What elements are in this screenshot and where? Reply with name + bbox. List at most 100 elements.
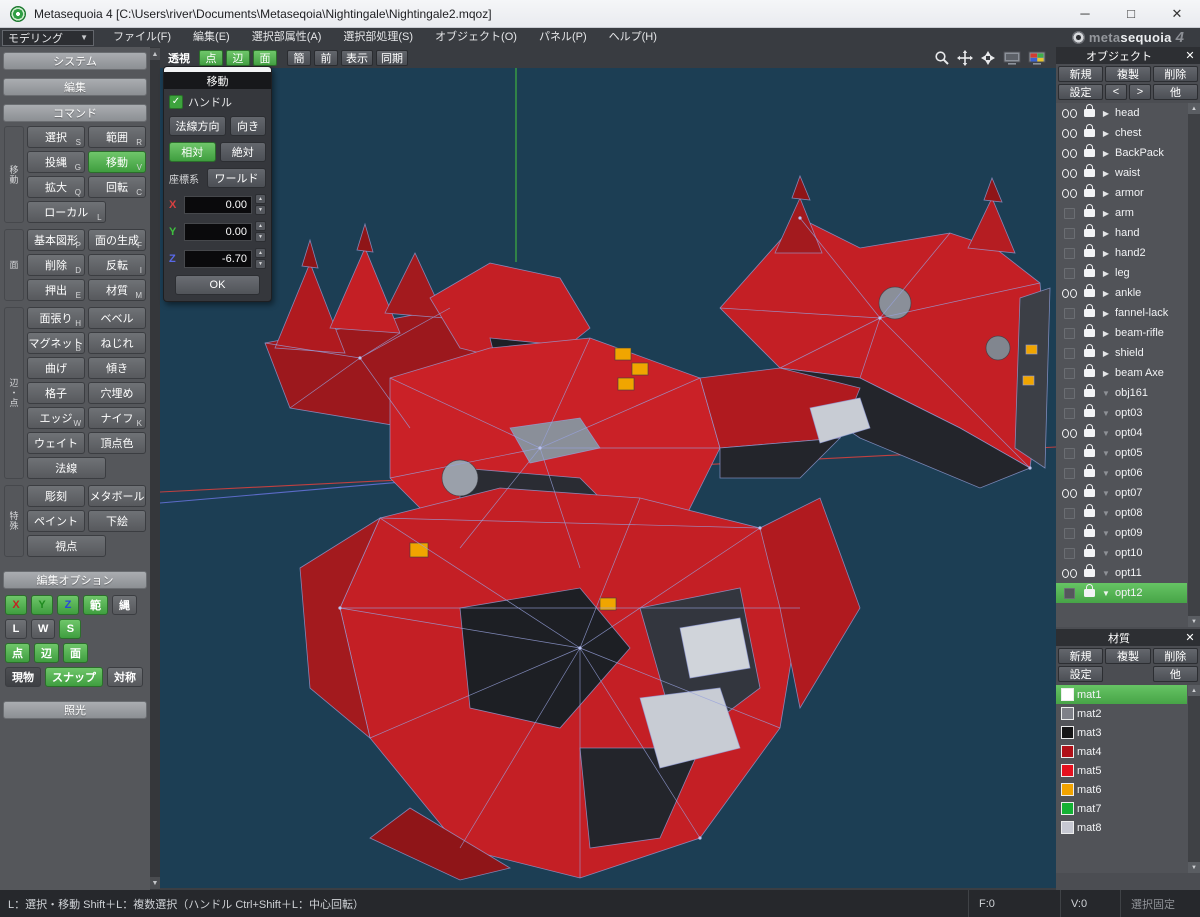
object-duplicate-button[interactable]: 複製 <box>1105 66 1151 82</box>
material-list-item[interactable]: mat7 <box>1056 799 1187 818</box>
lock-icon[interactable] <box>1084 304 1095 317</box>
visibility-off-icon[interactable] <box>1059 227 1079 239</box>
toolbar-button[interactable]: 表示 <box>341 49 373 66</box>
visibility-eye-icon[interactable] <box>1059 288 1079 298</box>
visibility-off-icon[interactable] <box>1059 367 1079 379</box>
lock-icon[interactable] <box>1084 264 1095 277</box>
edit-option-button[interactable]: 範 <box>83 595 108 615</box>
lighting-panel-header[interactable]: 照光 <box>3 701 147 719</box>
lock-icon[interactable] <box>1084 384 1095 397</box>
material-duplicate-button[interactable]: 複製 <box>1105 648 1151 664</box>
visibility-eye-icon[interactable] <box>1059 488 1079 498</box>
lock-icon[interactable] <box>1084 404 1095 417</box>
collapse-icon[interactable]: ▼ <box>1100 529 1112 538</box>
object-list-item[interactable]: ▶ armor <box>1056 183 1187 203</box>
object-list-item[interactable]: ▼ opt09 <box>1056 523 1187 543</box>
object-list-item[interactable]: ▼ opt03 <box>1056 403 1187 423</box>
command-button[interactable]: 材質 M <box>88 279 146 301</box>
normal-direction-button[interactable]: 法線方向 <box>169 116 226 136</box>
toolbar-toggle[interactable]: 点 <box>199 49 223 66</box>
edit-option-button[interactable]: W <box>31 619 56 639</box>
menu-item[interactable]: ファイル(F) <box>102 28 182 47</box>
material-list-item[interactable]: mat1 <box>1056 685 1187 704</box>
object-list-item[interactable]: ▼ opt06 <box>1056 463 1187 483</box>
lock-icon[interactable] <box>1084 444 1095 457</box>
lock-icon[interactable] <box>1084 324 1095 337</box>
mode-selector[interactable]: モデリング ▼ <box>2 29 94 46</box>
lock-icon[interactable] <box>1084 144 1095 157</box>
expand-icon[interactable]: ▶ <box>1100 249 1112 258</box>
expand-icon[interactable]: ▶ <box>1100 229 1112 238</box>
object-delete-button[interactable]: 削除 <box>1152 66 1198 82</box>
lock-icon[interactable] <box>1084 484 1095 497</box>
selection-lock-toggle[interactable]: 選択固定 <box>1120 890 1200 917</box>
collapse-icon[interactable]: ▼ <box>1100 569 1112 578</box>
command-button[interactable]: ウェイト <box>27 432 85 454</box>
command-button[interactable]: 格子 <box>27 382 85 404</box>
command-button[interactable]: 頂点色 <box>88 432 146 454</box>
command-button[interactable]: 押出 E <box>27 279 85 301</box>
edit-option-button[interactable]: S <box>59 619 82 639</box>
command-button[interactable]: 移動 V <box>88 151 146 173</box>
object-list-item[interactable]: ▶ fannel-lack <box>1056 303 1187 323</box>
object-list-scrollbar[interactable]: ▲ ▼ <box>1188 103 1200 627</box>
object-list-item[interactable]: ▼ opt10 <box>1056 543 1187 563</box>
close-icon[interactable]: ✕ <box>1182 49 1198 62</box>
command-button[interactable]: 彫刻 <box>27 485 85 507</box>
expand-icon[interactable]: ▶ <box>1100 289 1112 298</box>
material-list-item[interactable]: mat8 <box>1056 818 1187 837</box>
scroll-down-icon[interactable]: ▼ <box>1188 862 1200 873</box>
scroll-down-icon[interactable]: ▼ <box>1188 616 1200 627</box>
material-list-item[interactable]: mat5 <box>1056 761 1187 780</box>
visibility-off-icon[interactable] <box>1059 387 1079 399</box>
visibility-off-icon[interactable] <box>1059 247 1079 259</box>
sidebar-scrollbar[interactable]: ▲ ▼ <box>150 47 160 890</box>
command-button[interactable]: マグネット B <box>27 332 85 354</box>
edit-option-button[interactable]: X <box>5 595 27 615</box>
color-view-icon[interactable] <box>1028 51 1046 65</box>
object-settings-button[interactable]: 設定 <box>1058 84 1103 100</box>
close-icon[interactable]: ✕ <box>1182 631 1198 644</box>
command-button[interactable]: 下絵 <box>88 510 146 532</box>
object-list-item[interactable]: ▶ hand <box>1056 223 1187 243</box>
object-prev-button[interactable]: < <box>1105 84 1127 100</box>
expand-icon[interactable]: ▶ <box>1100 369 1112 378</box>
material-list-item[interactable]: mat2 <box>1056 704 1187 723</box>
visibility-eye-icon[interactable] <box>1059 168 1079 178</box>
expand-icon[interactable]: ▶ <box>1100 309 1112 318</box>
material-new-button[interactable]: 新規 <box>1058 648 1104 664</box>
expand-icon[interactable]: ▶ <box>1100 209 1112 218</box>
lock-icon[interactable] <box>1084 544 1095 557</box>
command-button[interactable]: 基本図形 P <box>27 229 85 251</box>
object-list-item[interactable]: ▼ opt11 <box>1056 563 1187 583</box>
maximize-button[interactable]: □ <box>1108 0 1154 27</box>
command-button[interactable]: ねじれ <box>88 332 146 354</box>
visibility-off-icon[interactable] <box>1059 347 1079 359</box>
command-button[interactable]: ペイント <box>27 510 85 532</box>
lock-icon[interactable] <box>1084 184 1095 197</box>
lock-icon[interactable] <box>1084 584 1095 597</box>
lock-icon[interactable] <box>1084 224 1095 237</box>
object-list-item[interactable]: ▼ opt05 <box>1056 443 1187 463</box>
x-value-field[interactable]: 0.00 <box>184 195 252 214</box>
edit-option-button[interactable]: 点 <box>5 643 30 663</box>
command-button[interactable]: ローカル L <box>27 201 106 223</box>
object-list-item[interactable]: ▼ obj161 <box>1056 383 1187 403</box>
collapse-icon[interactable]: ▼ <box>1100 389 1112 398</box>
material-list-scrollbar[interactable]: ▲ ▼ <box>1188 685 1200 873</box>
close-button[interactable]: ✕ <box>1154 0 1200 27</box>
collapse-icon[interactable]: ▼ <box>1100 429 1112 438</box>
menu-item[interactable]: 選択部処理(S) <box>332 28 424 47</box>
command-button[interactable]: 曲げ <box>27 357 85 379</box>
command-button[interactable]: 拡大 Q <box>27 176 85 198</box>
lock-icon[interactable] <box>1084 124 1095 137</box>
lock-icon[interactable] <box>1084 344 1095 357</box>
ok-button[interactable]: OK <box>175 275 260 295</box>
edit-option-button[interactable]: 対称 <box>107 667 143 687</box>
edit-option-button[interactable]: 現物 <box>5 667 41 687</box>
edit-options-header[interactable]: 編集オプション <box>3 571 147 589</box>
command-button[interactable]: メタボール <box>88 485 146 507</box>
collapse-icon[interactable]: ▼ <box>1100 449 1112 458</box>
visibility-off-icon[interactable] <box>1059 267 1079 279</box>
visibility-eye-icon[interactable] <box>1059 428 1079 438</box>
